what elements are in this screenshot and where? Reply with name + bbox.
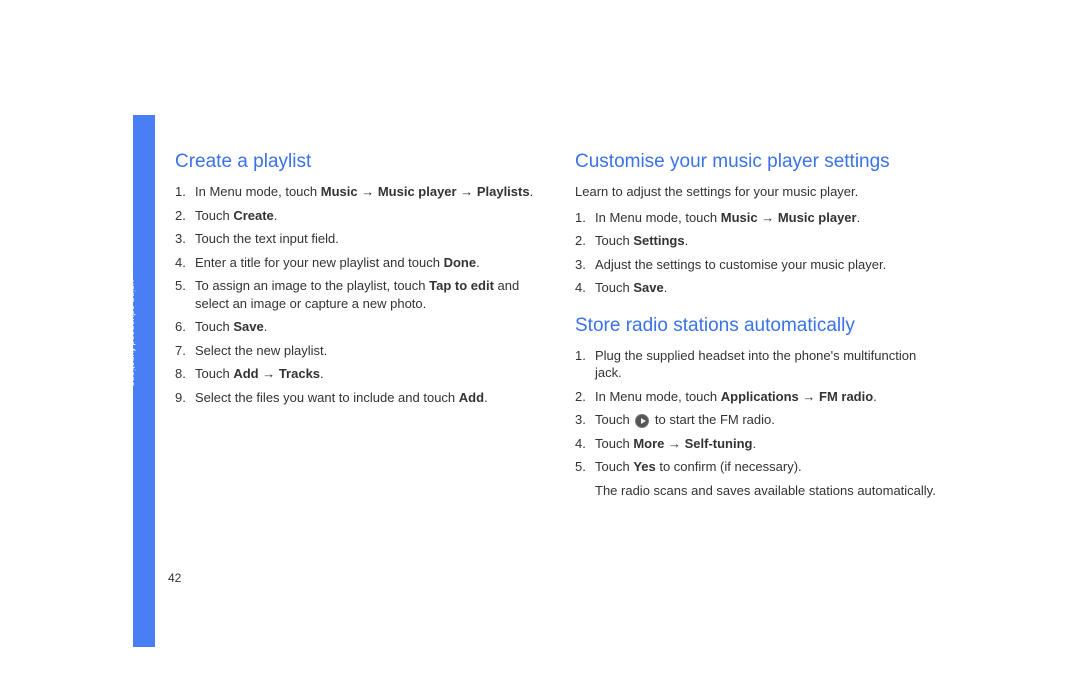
step-item: Touch to start the FM radio. — [575, 411, 945, 429]
step-item: Touch Save. — [575, 279, 945, 297]
section-radio: Store radio stations automatically Plug … — [575, 315, 945, 500]
right-column: Customise your music player settings Lea… — [575, 151, 945, 518]
step-item: Touch Save. — [175, 318, 545, 336]
step-item: In Menu mode, touch Applications → FM ra… — [575, 388, 945, 406]
section-create-playlist: Create a playlist In Menu mode, touch Mu… — [175, 151, 545, 406]
step-item: Select the new playlist. — [175, 342, 545, 360]
step-item: To assign an image to the playlist, touc… — [175, 277, 545, 312]
left-column: Create a playlist In Menu mode, touch Mu… — [175, 151, 545, 518]
steps-customise: In Menu mode, touch Music → Music player… — [575, 209, 945, 297]
heading-customise: Customise your music player settings — [575, 151, 945, 173]
step-item: Adjust the settings to customise your mu… — [575, 256, 945, 274]
side-tab-label: using advanced functions — [127, 280, 137, 440]
step-item: Touch Create. — [175, 207, 545, 225]
step-item: Touch Add → Tracks. — [175, 365, 545, 383]
step-item: In Menu mode, touch Music → Music player… — [175, 183, 545, 201]
heading-create-playlist: Create a playlist — [175, 151, 545, 173]
step-item: Enter a title for your new playlist and … — [175, 254, 545, 272]
note-radio: The radio scans and saves available stat… — [575, 482, 945, 500]
step-item: Touch More → Self-tuning. — [575, 435, 945, 453]
step-item: Touch Yes to confirm (if necessary). — [575, 458, 945, 476]
intro-customise: Learn to adjust the settings for your mu… — [575, 183, 945, 201]
step-item: Select the files you want to include and… — [175, 389, 545, 407]
section-customise: Customise your music player settings Lea… — [575, 151, 945, 297]
play-icon — [635, 414, 649, 428]
page-content: Create a playlist In Menu mode, touch Mu… — [175, 151, 945, 518]
steps-create-playlist: In Menu mode, touch Music → Music player… — [175, 183, 545, 406]
step-item: Touch the text input field. — [175, 230, 545, 248]
steps-radio: Plug the supplied headset into the phone… — [575, 347, 945, 476]
step-item: In Menu mode, touch Music → Music player… — [575, 209, 945, 227]
step-item: Touch Settings. — [575, 232, 945, 250]
step-item: Plug the supplied headset into the phone… — [575, 347, 945, 382]
heading-radio: Store radio stations automatically — [575, 315, 945, 337]
page-number: 42 — [168, 571, 181, 585]
